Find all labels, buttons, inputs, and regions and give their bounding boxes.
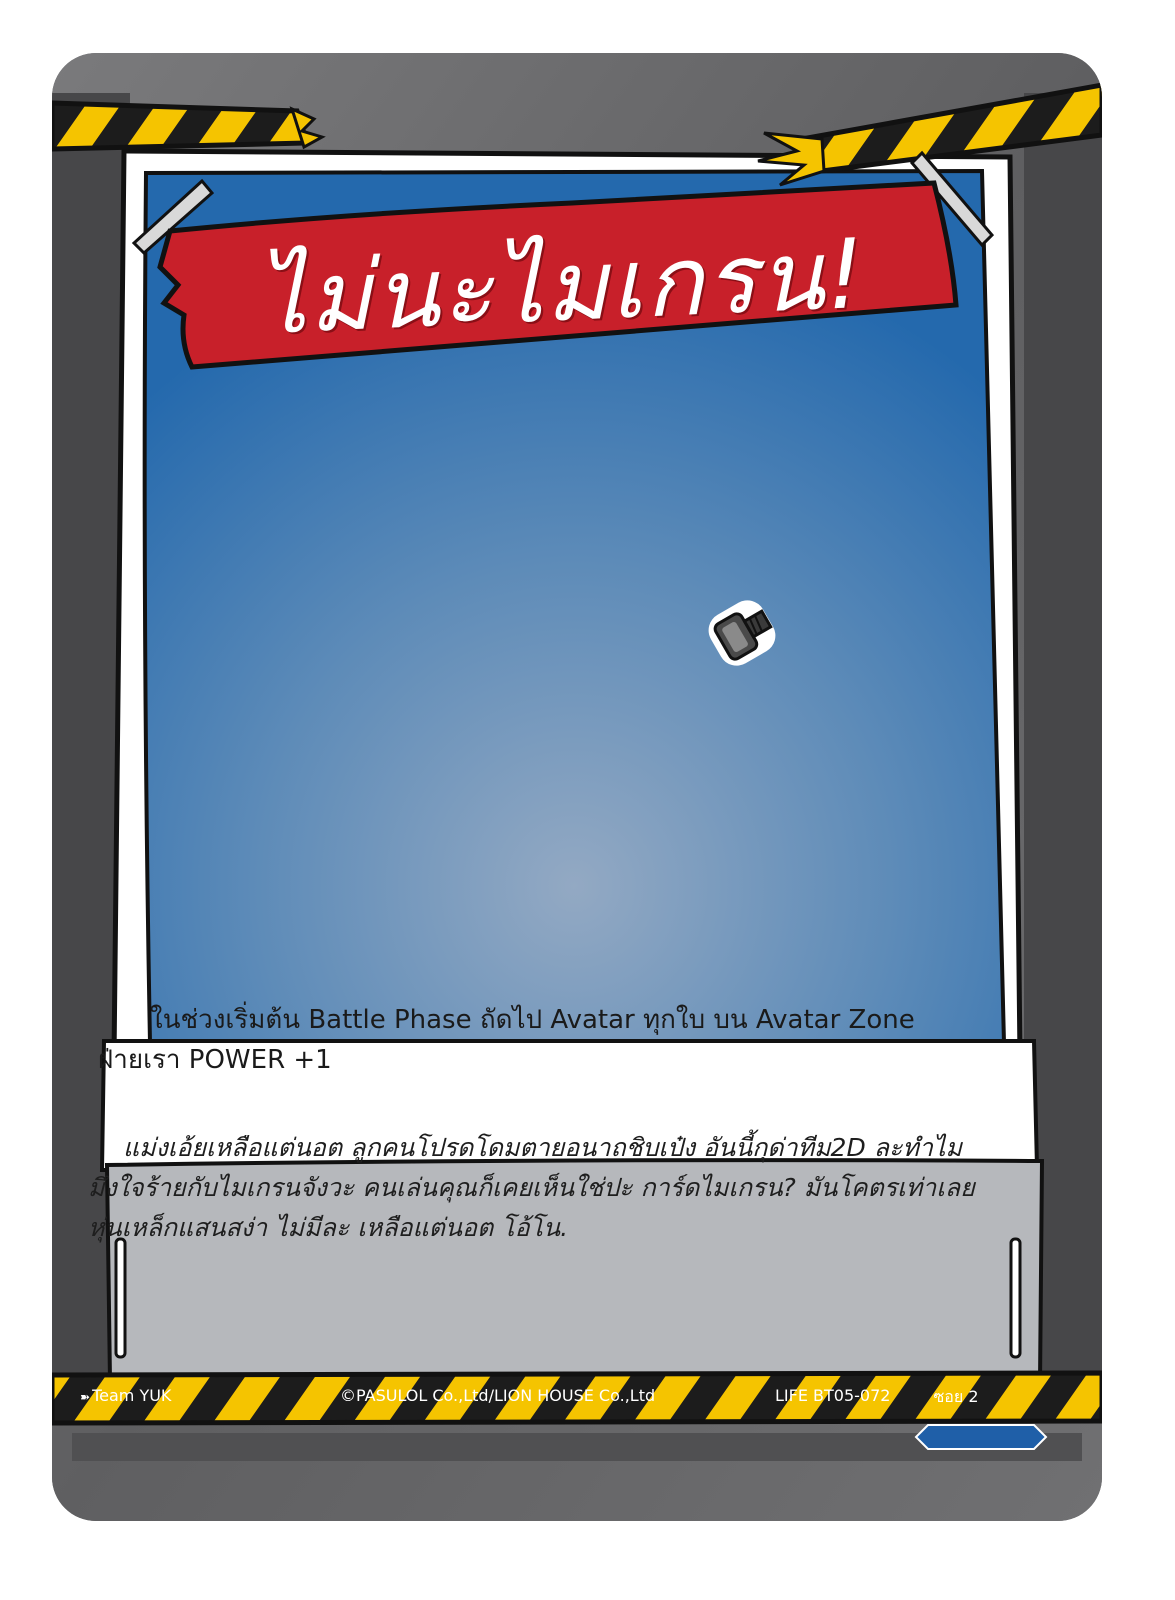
footer-card-code: LIFE BT05-072	[775, 1386, 891, 1405]
badge-shape	[914, 1424, 1048, 1450]
top-tape-left	[52, 100, 311, 152]
card-title: ไม่นะไมเกรน!	[255, 217, 869, 357]
footer-team: ➽ Team YUK	[80, 1386, 171, 1405]
game-card[interactable]: ไม่นะไมเกรน!	[52, 53, 1102, 1521]
flavor-text: แม่งเอ้ยเหลือแต่นอต ลูกคนโปรดโดมตายอนาถช…	[88, 1133, 975, 1242]
flavor-bracket-left	[114, 1237, 127, 1359]
flavor-bracket-right	[1009, 1237, 1022, 1359]
footer-copyright: ©PASULOL Co.,Ltd/LION HOUSE Co.,Ltd	[340, 1386, 656, 1405]
arrow-icon: ➽	[80, 1390, 91, 1404]
effect-text: ในช่วงเริ่มต้น Battle Phase ถัดไป Avatar…	[98, 1005, 915, 1075]
set-badge: ซอย 2	[933, 1387, 979, 1406]
team-label: Team YUK	[92, 1386, 172, 1405]
